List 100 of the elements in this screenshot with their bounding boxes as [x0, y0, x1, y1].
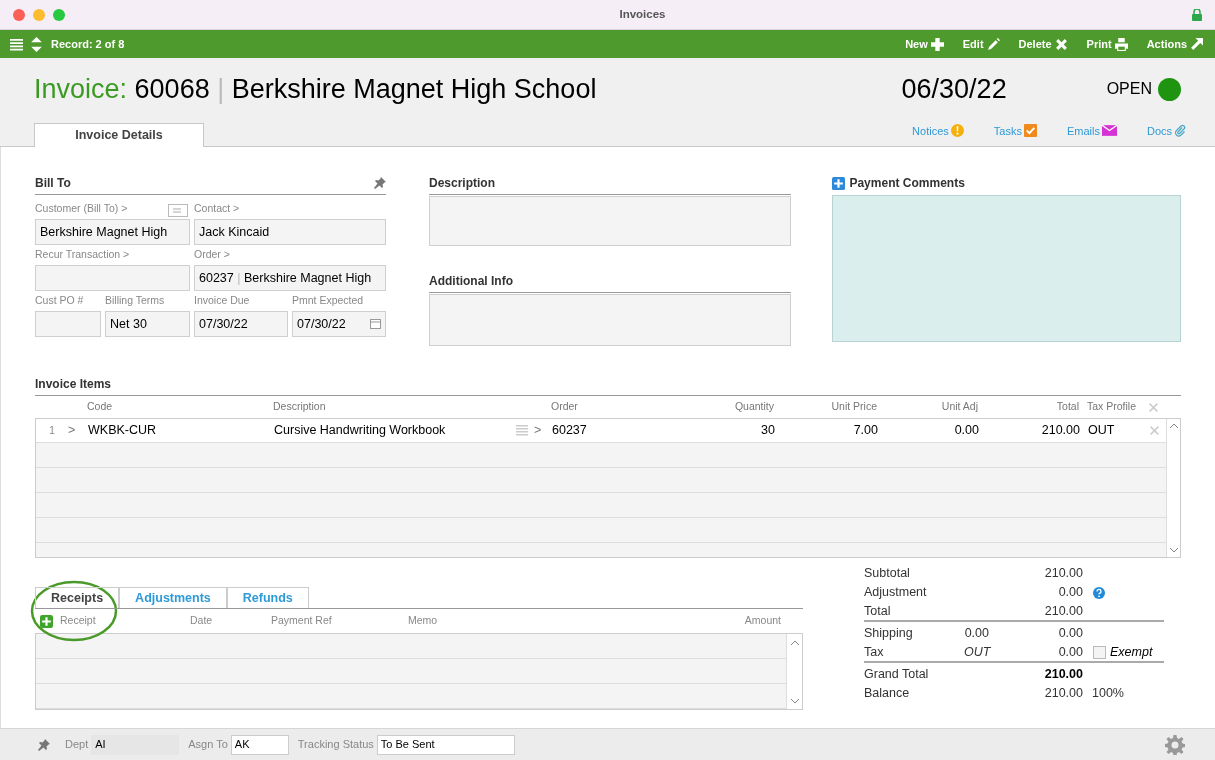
total-value: 210.00 [1043, 565, 1083, 583]
text-field[interactable]: 07/30/22 [292, 311, 386, 337]
table-cell-text: 0.00 [953, 422, 979, 440]
window-title: Invoices [619, 6, 666, 22]
scrollbar[interactable] [1166, 419, 1180, 557]
field-label: Tracking Status [297, 737, 374, 753]
arrow-icon [1190, 37, 1203, 51]
add-icon[interactable] [832, 176, 846, 190]
column-header: Description [273, 399, 327, 415]
table-cell-text: 60237 [552, 422, 588, 440]
envelope-icon [1101, 125, 1117, 137]
text-field[interactable]: Jack Kincaid [194, 219, 386, 245]
expand-arrow[interactable]: > [68, 421, 88, 440]
tab[interactable]: Invoice Details [34, 123, 204, 147]
pin-icon[interactable] [38, 738, 50, 751]
scrollbar[interactable] [786, 634, 802, 709]
field-label: Asgn To [188, 737, 228, 753]
minimize-window-icon[interactable] [33, 8, 45, 21]
field-label: Dept [65, 737, 89, 753]
total-label: Subtotal [864, 565, 911, 583]
total-rate: OUT [964, 644, 989, 662]
text-field[interactable]: Berkshire Magnet High [35, 219, 190, 245]
scroll-up-icon[interactable] [1169, 423, 1178, 428]
table-cell-text: 30 [760, 422, 775, 440]
payment-comments-field[interactable] [832, 195, 1181, 342]
field-label[interactable]: Customer (Bill To) > [35, 201, 168, 217]
printer-icon [1114, 37, 1128, 51]
field-label: Pmnt Expected [292, 293, 365, 309]
menu-icon[interactable] [10, 37, 23, 51]
column-header: Receipt [60, 613, 97, 629]
section-title: Additional Info [429, 272, 792, 293]
add-icon[interactable] [40, 614, 53, 628]
field-value: Net 30 [110, 315, 148, 333]
text-field[interactable] [35, 311, 101, 337]
toolbar-button[interactable]: Edit [962, 35, 1000, 53]
tab[interactable]: Adjustments [119, 587, 227, 608]
field-label[interactable]: Order > [194, 247, 386, 263]
expand-arrow[interactable]: > [534, 421, 552, 440]
section-title: Bill To [35, 175, 72, 192]
pencil-icon [986, 37, 1000, 51]
table-cell-text: 210.00 [1040, 422, 1080, 440]
table-cell-text: WKBK-CUR [88, 422, 158, 440]
column-header: Amount [744, 613, 781, 629]
toolbar-button[interactable]: Print [1086, 35, 1128, 53]
calendar-icon[interactable] [370, 319, 381, 329]
header-link[interactable]: Docs [1146, 122, 1186, 139]
total-label: Total [864, 603, 892, 621]
field-value: 60237 | Berkshire Magnet High [199, 269, 372, 287]
total-value: 0.00 [1057, 625, 1083, 643]
description-field[interactable] [429, 196, 792, 246]
toolbar-button[interactable]: Actions [1146, 35, 1203, 53]
field-label[interactable]: Contact > [194, 201, 386, 217]
total-label: Tax [864, 644, 885, 662]
balance-percent: 100% [1092, 685, 1124, 703]
column-header: Unit Adj [940, 399, 978, 415]
contact-card-icon[interactable] [168, 204, 188, 217]
settings-icon[interactable] [1165, 734, 1185, 755]
text-field[interactable]: AK [230, 734, 289, 755]
total-value: 210.00 [1043, 685, 1083, 703]
header-link[interactable]: Emails [1066, 122, 1117, 139]
paperclip-icon [1174, 124, 1186, 138]
table-cell-text: 7.00 [852, 422, 878, 440]
column-header: Order [551, 399, 579, 415]
total-value: 0.00 [1057, 644, 1083, 662]
text-field[interactable]: Net 30 [105, 311, 190, 337]
text-field[interactable]: To Be Sent [376, 734, 515, 755]
scroll-down-icon[interactable] [1169, 548, 1178, 553]
help-icon[interactable] [1093, 586, 1105, 599]
toolbar-button[interactable]: New [905, 35, 944, 53]
text-field[interactable]: 07/30/22 [194, 311, 288, 337]
zoom-window-icon[interactable] [53, 8, 65, 21]
scroll-down-icon[interactable] [790, 699, 799, 704]
section-title: Description [429, 174, 792, 195]
close-window-icon[interactable] [13, 8, 25, 21]
column-header: Total [1055, 399, 1079, 415]
total-rate: 0.00 [964, 625, 989, 643]
scroll-up-icon[interactable] [790, 640, 799, 645]
tab[interactable]: Refunds [226, 587, 309, 608]
delete-icon[interactable] [1150, 426, 1159, 435]
exempt-checkbox[interactable] [1093, 646, 1106, 659]
total-value: 210.00 [1043, 603, 1083, 621]
section-title: Payment Comments [849, 175, 965, 192]
field-label: Billing Terms [105, 293, 166, 309]
header-link[interactable]: Tasks [993, 122, 1037, 139]
text-field[interactable]: 60237 | Berkshire Magnet High [194, 265, 386, 291]
column-header: Payment Ref [271, 613, 333, 629]
plus-icon [930, 37, 944, 51]
field-value: 07/30/22 [297, 315, 347, 333]
additional-info-field[interactable] [429, 294, 792, 346]
header-link[interactable]: Notices [912, 122, 964, 139]
text-field[interactable] [35, 265, 190, 291]
list-icon[interactable] [516, 425, 528, 436]
pin-icon[interactable] [374, 177, 386, 189]
toolbar-button[interactable]: Delete [1018, 35, 1068, 53]
table-cell-text: Cursive Handwriting Workbook [274, 422, 447, 440]
up-down-arrows-icon[interactable] [31, 36, 42, 52]
field-label[interactable]: Recur Transaction > [35, 247, 190, 263]
total-value: 0.00 [1057, 584, 1083, 602]
invoice-date: 06/30/22 [901, 72, 1007, 106]
total-value: 210.00 [1043, 666, 1083, 684]
